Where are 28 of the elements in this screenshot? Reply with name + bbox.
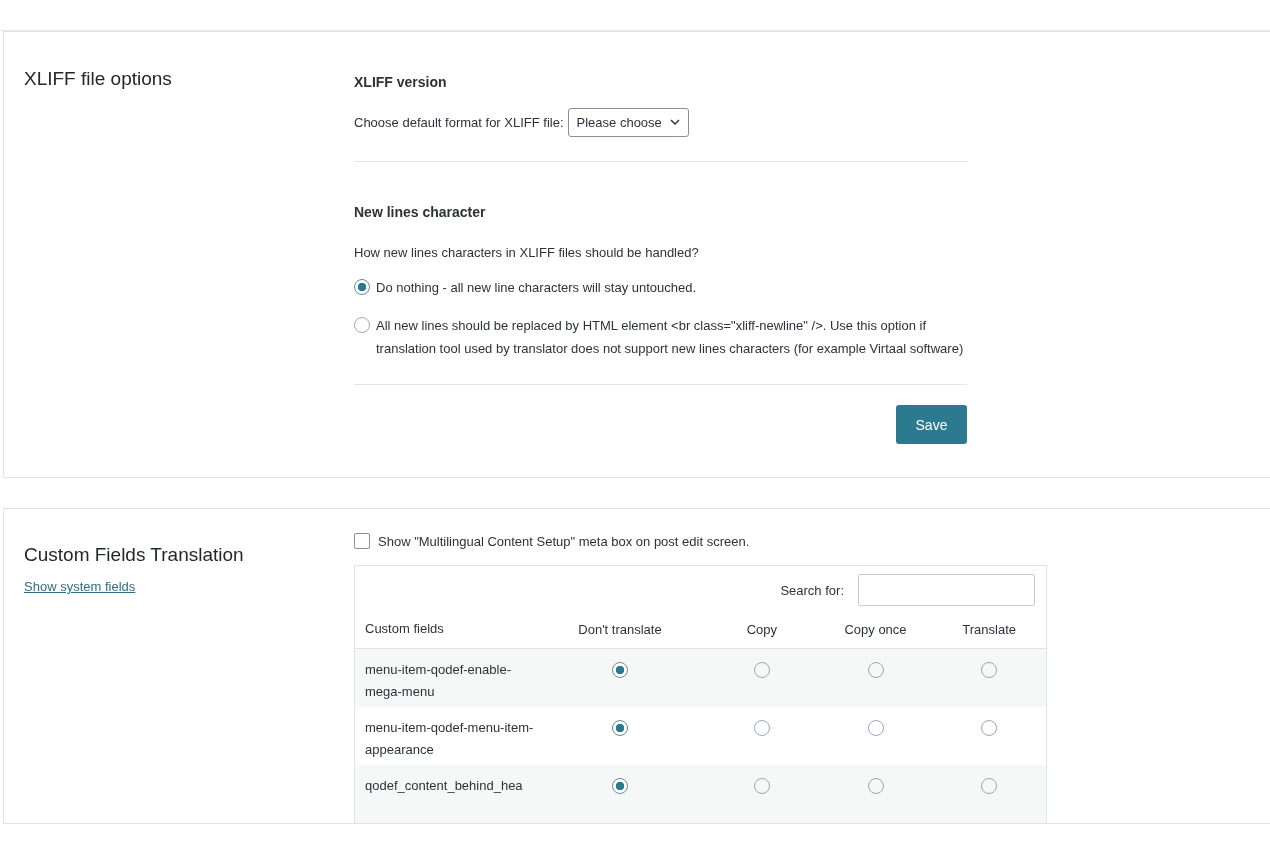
search-field[interactable]	[858, 574, 1035, 606]
field-name-cell-text: menu-item-qodef-menu-item-appearance	[364, 719, 535, 759]
format-dropdown[interactable]: Please choose	[567, 108, 689, 137]
field-name-cell-text: qodef_content_behind_hea	[364, 777, 524, 795]
section-title: XLIFF file options	[24, 68, 173, 90]
checkbox[interactable]	[354, 533, 370, 549]
option-label: All new lines should be replaced by HTML element <br class="xliff-newline" />. Use this option if translation tool used by translator does not support new lines characters (for example Virtaal software)	[376, 317, 965, 358]
field-name-cell-text: menu-item-qodef-enable-mega-menu	[364, 661, 512, 701]
show-system-fields-link[interactable]: Show system fields	[24, 579, 136, 594]
column-header: Don't translate	[577, 621, 663, 637]
option-label: Do nothing - all new line characters will stay untouched.	[376, 280, 697, 295]
column-header: Custom fields	[364, 620, 445, 638]
column-header: Copy	[745, 621, 778, 637]
save-button[interactable]: Save	[896, 405, 967, 444]
chevron-icon	[669, 119, 680, 126]
section-heading: New lines character	[354, 204, 487, 220]
radio-button[interactable]	[354, 279, 370, 295]
radio-button[interactable]	[612, 662, 628, 678]
column-header: Translate	[961, 621, 1018, 637]
radio-button[interactable]	[612, 778, 628, 794]
checkbox-label: Show "Multilingual Content Setup" meta box on post edit screen.	[378, 533, 750, 549]
format-label: Choose default format for XLIFF file:	[354, 115, 564, 130]
section-title: Custom Fields Translation	[24, 544, 245, 566]
section-heading: XLIFF version	[354, 74, 448, 90]
radio-button[interactable]	[612, 720, 628, 736]
search-label: Search for:	[780, 582, 844, 598]
question-text: How new lines characters in XLIFF files should be handled?	[354, 245, 700, 260]
column-header: Copy once	[843, 621, 908, 637]
